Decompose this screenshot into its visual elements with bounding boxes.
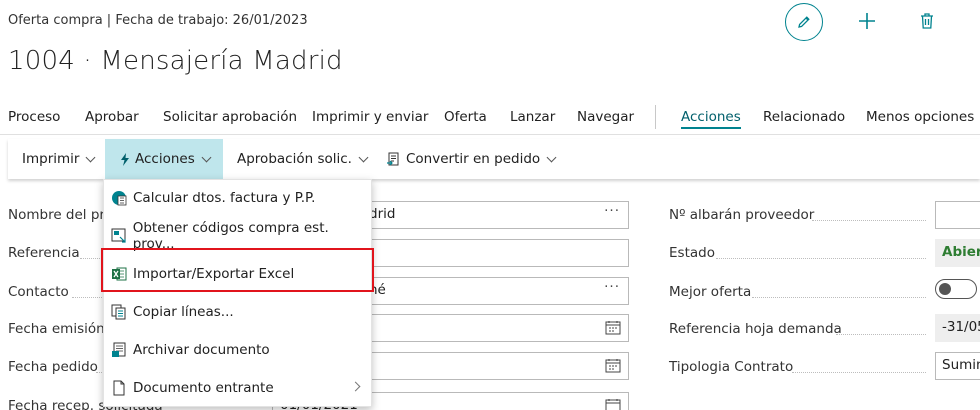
menu-item-label: Documento entrante bbox=[133, 380, 274, 396]
calculate-icon bbox=[110, 189, 128, 207]
dotted-leader bbox=[72, 297, 102, 298]
page-title: 1004 · Mensajería Madrid bbox=[8, 46, 343, 76]
dotted-leader bbox=[80, 258, 102, 259]
dotted-leader bbox=[716, 258, 926, 259]
menu-item-label: Copiar líneas... bbox=[133, 304, 234, 320]
dotted-leader bbox=[836, 334, 926, 335]
copy-lines-icon bbox=[110, 303, 128, 321]
new-button[interactable] bbox=[855, 9, 879, 33]
archive-icon bbox=[110, 341, 128, 359]
referencia-hoja-label: Referencia hoja demanda bbox=[669, 321, 842, 337]
aprobacion-solic-button[interactable]: Aprobación solic. bbox=[237, 139, 369, 179]
chevron-right-icon bbox=[350, 381, 361, 392]
estado-value: Abiert bbox=[942, 244, 980, 260]
trash-icon bbox=[921, 13, 933, 29]
calendar-icon[interactable] bbox=[605, 320, 621, 335]
convertir-label: Convertir en pedido bbox=[406, 151, 541, 167]
estado-label: Estado bbox=[669, 245, 715, 261]
edit-button[interactable] bbox=[785, 3, 823, 41]
tipologia-contrato-label: Tipologia Contrato bbox=[669, 359, 794, 375]
contacto-label: Contacto bbox=[8, 284, 69, 300]
menu-item-label: Archivar documento bbox=[133, 342, 270, 358]
chevron-down-icon bbox=[201, 152, 212, 162]
dotted-leader bbox=[752, 297, 926, 298]
ellipsis-icon[interactable]: ··· bbox=[604, 203, 620, 219]
fecha-emision-label: Fecha emisión o bbox=[8, 321, 118, 337]
acciones-button[interactable]: Acciones bbox=[105, 139, 223, 179]
tipologia-contrato-value: Sumin bbox=[942, 357, 980, 373]
lightning-icon bbox=[121, 152, 129, 166]
mejor-oferta-label: Mejor oferta bbox=[669, 284, 752, 300]
menu-oferta[interactable]: Oferta bbox=[444, 109, 487, 125]
ellipsis-icon[interactable]: ··· bbox=[604, 279, 620, 295]
imprimir-button[interactable]: Imprimir bbox=[22, 139, 96, 179]
calendar-icon[interactable] bbox=[605, 398, 621, 410]
imprimir-label: Imprimir bbox=[22, 151, 80, 167]
aprobacion-label: Aprobación solic. bbox=[237, 151, 352, 167]
menu-item-archivar-documento[interactable]: Archivar documento bbox=[104, 334, 371, 366]
albaran-proveedor-field[interactable] bbox=[935, 201, 980, 229]
menu-aprobar[interactable]: Aprobar bbox=[85, 109, 139, 125]
plus-icon bbox=[859, 13, 875, 29]
acciones-dropdown: Calcular dtos. factura y P.P. Obtener có… bbox=[103, 179, 372, 407]
albaran-proveedor-label: Nº albarán proveedor bbox=[669, 207, 815, 223]
menu-proceso[interactable]: Proceso bbox=[8, 109, 60, 125]
delete-button[interactable] bbox=[915, 9, 939, 33]
calendar-icon[interactable] bbox=[605, 358, 621, 373]
menu-acciones[interactable]: Acciones bbox=[681, 109, 741, 129]
get-codes-icon bbox=[110, 227, 128, 245]
referencia-hoja-value: -31/05 bbox=[942, 319, 980, 335]
menu-menos-opciones[interactable]: Menos opciones bbox=[866, 109, 974, 125]
nombre-proveedor-value: drid bbox=[369, 206, 396, 222]
pencil-icon bbox=[798, 16, 810, 28]
referencia-label: Referencia bbox=[8, 245, 80, 261]
referencia-hoja-field: -31/05 bbox=[935, 314, 980, 342]
menu-item-label: Calcular dtos. factura y P.P. bbox=[133, 190, 316, 206]
fecha-pedido-label: Fecha pedido bbox=[8, 359, 98, 375]
toggle-knob bbox=[939, 283, 951, 295]
nombre-proveedor-label: Nombre del pro bbox=[8, 207, 113, 223]
menu-relacionado[interactable]: Relacionado bbox=[763, 109, 845, 125]
acciones-label: Acciones bbox=[135, 151, 195, 167]
chevron-down-icon bbox=[358, 152, 369, 162]
convertir-pedido-button[interactable]: Convertir en pedido bbox=[386, 139, 557, 179]
menu-separator bbox=[655, 105, 656, 129]
mejor-oferta-toggle[interactable] bbox=[935, 279, 977, 299]
dotted-leader bbox=[96, 372, 102, 373]
menu-item-copiar-lineas[interactable]: Copiar líneas... bbox=[104, 296, 371, 328]
breadcrumb: Oferta compra | Fecha de trabajo: 26/01/… bbox=[8, 13, 308, 28]
chevron-down-icon bbox=[86, 152, 96, 162]
action-bar: Imprimir Acciones Aprobación solic. Conv… bbox=[8, 139, 980, 179]
menu-bar: Proceso Aprobar Solicitar aprobación Imp… bbox=[0, 105, 980, 135]
convert-document-icon bbox=[387, 152, 399, 165]
estado-field: Abiert bbox=[935, 239, 980, 267]
menu-solicitar-aprobacion[interactable]: Solicitar aprobación bbox=[163, 109, 297, 125]
chevron-down-icon bbox=[546, 152, 557, 162]
menu-navegar[interactable]: Navegar bbox=[577, 109, 634, 125]
dotted-leader bbox=[792, 372, 926, 373]
document-icon bbox=[110, 379, 128, 397]
highlight-box bbox=[101, 248, 374, 292]
menu-imprimir-enviar[interactable]: Imprimir y enviar bbox=[312, 109, 428, 125]
menu-lanzar[interactable]: Lanzar bbox=[510, 109, 555, 125]
tipologia-contrato-field[interactable]: Sumin bbox=[935, 352, 980, 380]
menu-item-documento-entrante[interactable]: Documento entrante bbox=[104, 372, 371, 404]
dotted-leader bbox=[812, 220, 926, 221]
menu-item-calcular-dtos[interactable]: Calcular dtos. factura y P.P. bbox=[104, 182, 371, 214]
